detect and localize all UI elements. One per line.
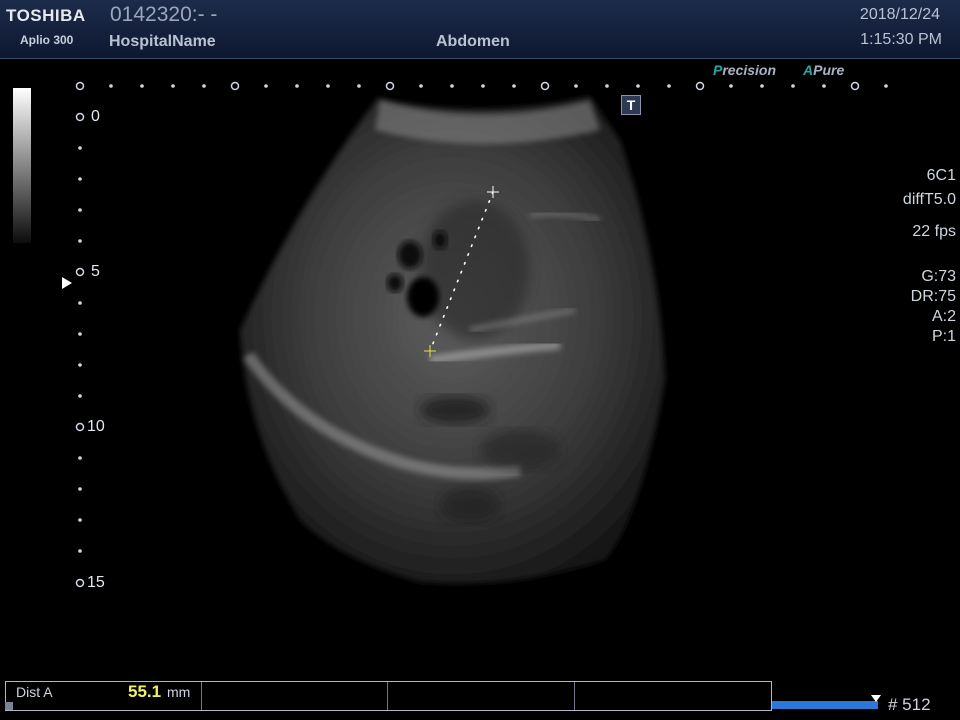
measurement-cell-2[interactable] bbox=[202, 682, 388, 710]
measurement-cell-1[interactable]: Dist A 55.1 mm bbox=[6, 682, 202, 710]
measurement-cell-4[interactable] bbox=[575, 682, 771, 710]
cine-position-marker-icon[interactable] bbox=[871, 695, 881, 702]
measurement-panel: Dist A 55.1 mm bbox=[5, 681, 772, 711]
dynamic-range-label: DR:75 bbox=[910, 288, 956, 305]
a-param-label: A:2 bbox=[931, 308, 956, 325]
probe-label: 6C1 bbox=[926, 167, 956, 184]
ultrasound-image bbox=[75, 81, 888, 588]
lateral-scale bbox=[75, 81, 888, 91]
corner-marker bbox=[5, 702, 13, 710]
distance-label: Dist A bbox=[16, 684, 53, 700]
text-annotation-icon[interactable]: T bbox=[621, 95, 641, 115]
depth-label-5: 5 bbox=[91, 263, 100, 280]
depth-label-0: 0 bbox=[91, 108, 100, 125]
frame-counter: # 512 bbox=[888, 695, 931, 714]
p-param-label: P:1 bbox=[931, 328, 956, 345]
depth-label-10: 10 bbox=[87, 418, 105, 435]
fps-label: 22 fps bbox=[912, 223, 956, 240]
distance-unit: mm bbox=[167, 684, 191, 700]
depth-label-15: 15 bbox=[87, 574, 105, 591]
measurement-cell-3[interactable] bbox=[388, 682, 575, 710]
focus-marker-icon[interactable] bbox=[62, 277, 72, 289]
cine-progress-bar[interactable] bbox=[772, 701, 878, 709]
distance-value: 55.1 bbox=[128, 682, 162, 701]
gain-label: G:73 bbox=[921, 268, 956, 285]
mode-label: diffT5.0 bbox=[902, 191, 956, 208]
depth-scale bbox=[75, 112, 85, 588]
